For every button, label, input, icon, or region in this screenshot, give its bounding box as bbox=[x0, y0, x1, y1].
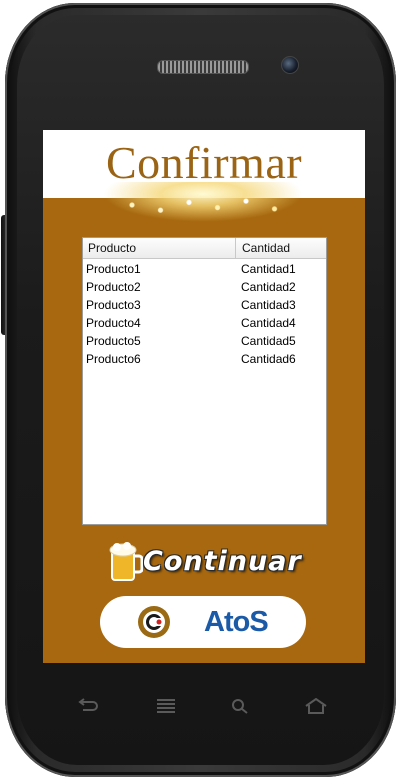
cell-cantidad: Cantidad5 bbox=[241, 334, 296, 348]
cell-cantidad: Cantidad3 bbox=[241, 298, 296, 312]
table-row[interactable]: Producto2 Cantidad2 bbox=[83, 278, 326, 296]
continue-button[interactable]: Continuar bbox=[107, 540, 303, 588]
column-header-cantidad[interactable]: Cantidad bbox=[237, 238, 326, 258]
beer-bubbles-decoration bbox=[113, 192, 303, 218]
back-icon[interactable] bbox=[77, 698, 101, 714]
cell-producto: Producto1 bbox=[86, 262, 141, 276]
cell-cantidad: Cantidad2 bbox=[241, 280, 296, 294]
cell-producto: Producto4 bbox=[86, 316, 141, 330]
app-screen: Confirmar Producto Cantidad Producto1 Ca… bbox=[43, 130, 365, 663]
table-row[interactable]: Producto1 Cantidad1 bbox=[83, 260, 326, 278]
continue-button-label: Continuar bbox=[143, 546, 302, 577]
table-body: Producto1 Cantidad1 Producto2 Cantidad2 … bbox=[83, 260, 326, 368]
order-table[interactable]: Producto Cantidad Producto1 Cantidad1 Pr… bbox=[82, 237, 327, 525]
cell-producto: Producto5 bbox=[86, 334, 141, 348]
cell-producto: Producto2 bbox=[86, 280, 141, 294]
column-header-producto[interactable]: Producto bbox=[83, 238, 236, 258]
beer-mug-icon bbox=[109, 542, 143, 581]
menu-icon[interactable] bbox=[154, 698, 178, 714]
cell-producto: Producto3 bbox=[86, 298, 141, 312]
front-camera bbox=[281, 56, 299, 74]
speaker-grille bbox=[157, 60, 249, 74]
table-row[interactable]: Producto3 Cantidad3 bbox=[83, 296, 326, 314]
table-header: Producto Cantidad bbox=[83, 238, 326, 259]
table-row[interactable]: Producto6 Cantidad6 bbox=[83, 350, 326, 368]
cell-producto: Producto6 bbox=[86, 352, 141, 366]
sponsor-logos: AtoS bbox=[100, 596, 306, 648]
table-row[interactable]: Producto4 Cantidad4 bbox=[83, 314, 326, 332]
table-row[interactable]: Producto5 Cantidad5 bbox=[83, 332, 326, 350]
c-circle-logo-icon bbox=[138, 606, 170, 638]
search-icon[interactable] bbox=[228, 698, 252, 714]
home-icon[interactable] bbox=[304, 698, 328, 714]
cell-cantidad: Cantidad4 bbox=[241, 316, 296, 330]
atos-logo: AtoS bbox=[204, 606, 269, 638]
cell-cantidad: Cantidad1 bbox=[241, 262, 296, 276]
cell-cantidad: Cantidad6 bbox=[241, 352, 296, 366]
